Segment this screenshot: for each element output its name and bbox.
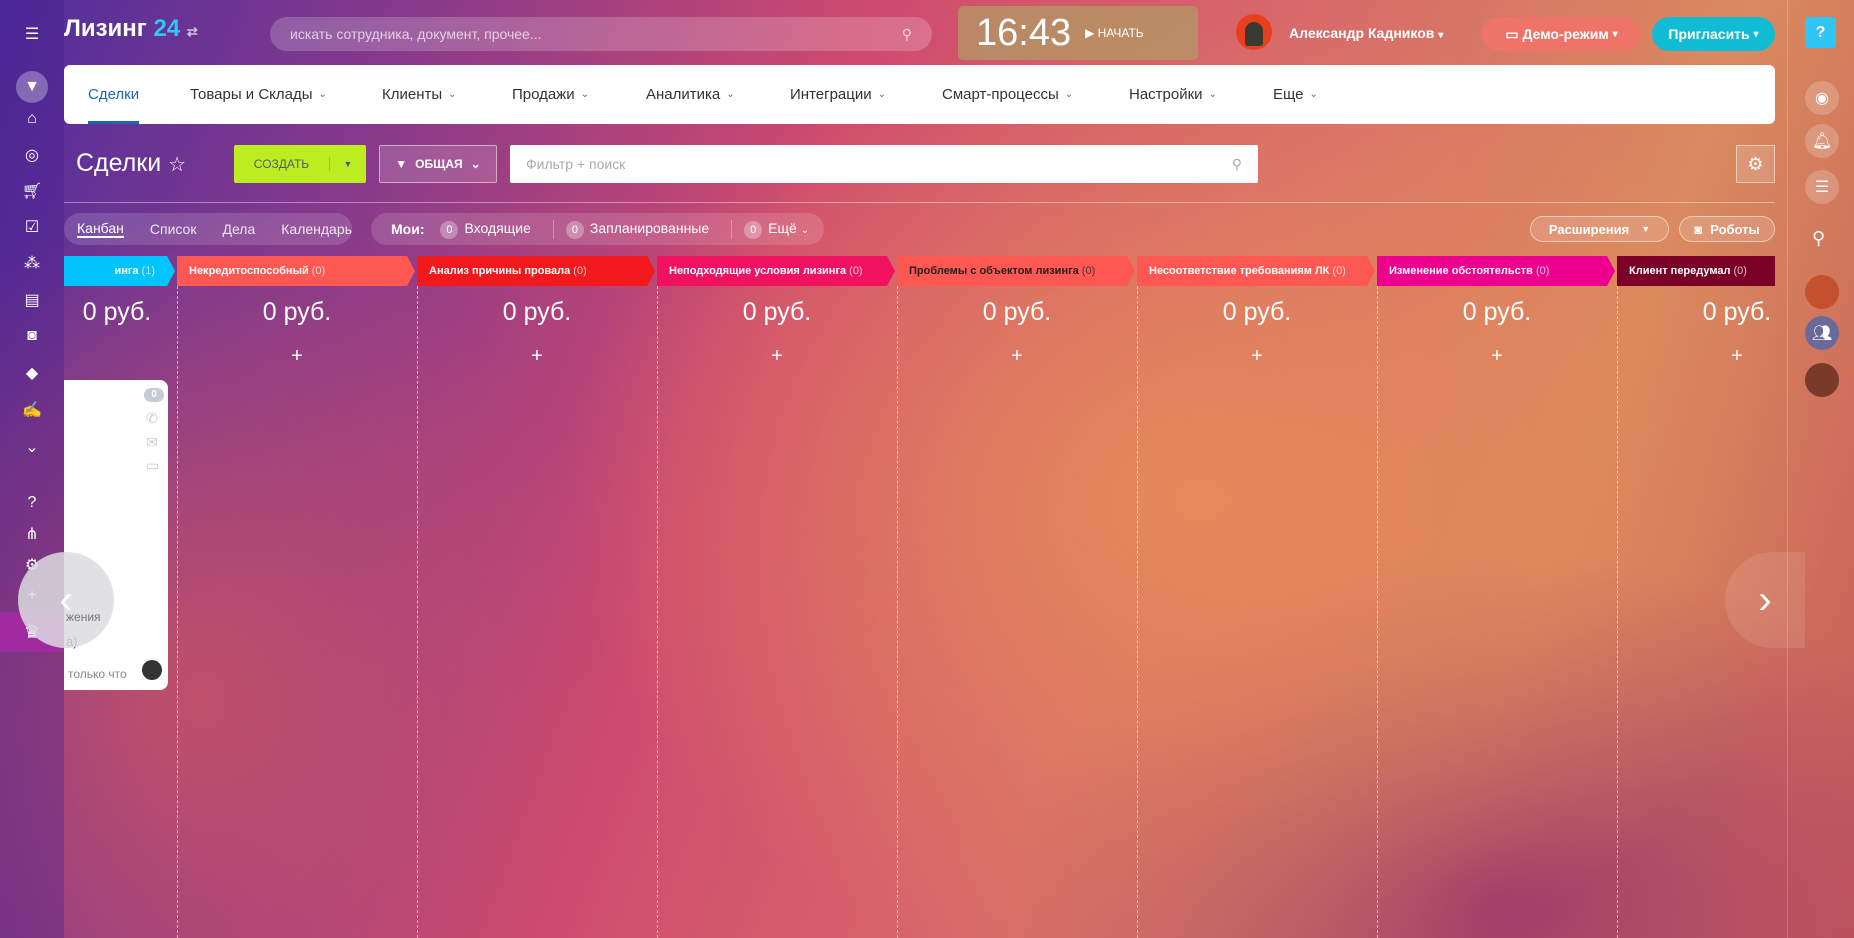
add-deal-button[interactable]: +: [417, 345, 657, 368]
column-title: Неподходящие условия лизинга: [669, 265, 847, 277]
add-deal-button[interactable]: +: [177, 345, 417, 368]
column-total: 0 руб.: [982, 298, 1052, 326]
column-count: (0): [1081, 265, 1096, 277]
column-count: (0): [1332, 265, 1346, 277]
help-icon[interactable]: ?: [1805, 17, 1836, 48]
cart-icon[interactable]: 🛒︎: [20, 179, 44, 203]
search-icon[interactable]: ⚲: [1812, 228, 1825, 249]
column-count: (0): [1535, 265, 1550, 277]
mail-icon[interactable]: ✉: [146, 434, 158, 451]
crm-funnel-icon[interactable]: ▼: [16, 71, 48, 103]
network-icon[interactable]: ⁂: [20, 251, 44, 275]
column-total: 0 руб.: [1462, 298, 1532, 326]
column-total: 0 руб.: [502, 298, 572, 326]
structure-icon[interactable]: ⋔: [20, 522, 44, 546]
column-header[interactable]: Проблемы с объектом лизинга (0): [897, 256, 1135, 286]
tasks-icon[interactable]: ☑: [20, 215, 44, 239]
kanban-board: инга (1) 0 руб. Некредитоспособный (0) 0 руб.…: [64, 0, 1775, 938]
add-deal-button[interactable]: +: [1617, 345, 1775, 368]
card-text: жения: [66, 610, 101, 624]
comment-icon[interactable]: ▭: [146, 457, 159, 474]
column-header[interactable]: Клиент передумал (0): [1617, 256, 1775, 286]
column-title: Проблемы с объектом лизинга: [909, 265, 1079, 277]
column-count: (0): [849, 265, 863, 277]
column-divider: [417, 286, 418, 938]
scroll-left-button[interactable]: ‹: [18, 552, 114, 648]
activity-counter-badge: 0: [144, 388, 164, 402]
card-time: только что: [68, 667, 127, 681]
column-header[interactable]: Некредитоспособный (0): [177, 256, 415, 286]
contact-card-icon[interactable]: ▤: [20, 288, 44, 312]
chevron-right-icon: ›: [1758, 577, 1772, 622]
phone-icon[interactable]: ✆: [146, 410, 158, 427]
column-count: (0): [311, 265, 326, 277]
column-divider: [1617, 286, 1618, 938]
column-title: Изменение обстоятельств: [1389, 265, 1533, 277]
column-header[interactable]: Анализ причины провала (0): [417, 256, 655, 286]
copilot-icon[interactable]: ◉: [1805, 81, 1839, 115]
robot-icon[interactable]: ◙: [20, 324, 44, 348]
group-chat-icon[interactable]: 👥︎: [1805, 316, 1839, 350]
column-divider: [1137, 286, 1138, 938]
help-icon[interactable]: ?: [20, 491, 44, 515]
column-count: (0): [573, 265, 587, 277]
box-icon[interactable]: ◆: [20, 361, 44, 385]
column-title: Анализ причины провала: [429, 265, 571, 277]
column-total: 0 руб.: [1222, 298, 1292, 326]
column-title: Клиент передумал: [1629, 265, 1731, 277]
add-deal-button[interactable]: +: [1377, 345, 1617, 368]
building-icon[interactable]: ⌂: [20, 107, 44, 131]
column-header[interactable]: Неподходящие условия лизинга (0): [657, 256, 895, 286]
column-count: (0): [1733, 265, 1747, 277]
user-avatar[interactable]: [1805, 275, 1839, 309]
column-total: 0 руб.: [742, 298, 812, 326]
add-deal-button[interactable]: +: [657, 345, 897, 368]
user-avatar[interactable]: [1805, 363, 1839, 397]
column-header[interactable]: Изменение обстоятельств (0): [1377, 256, 1615, 286]
right-sidebar: ? ◉ 🔔︎ ☰ ⚲ 👥︎: [1787, 0, 1854, 938]
column-divider: [897, 286, 898, 938]
column-total: 0 руб.: [262, 298, 332, 326]
column-divider: [177, 286, 178, 938]
column-total: 0 руб.: [1702, 298, 1772, 326]
target-icon[interactable]: ◎: [20, 143, 44, 167]
column-header[interactable]: Несоответствие требованиям ЛК (0): [1137, 256, 1375, 286]
column-divider: [657, 286, 658, 938]
column-divider: [1377, 286, 1378, 938]
add-deal-button[interactable]: +: [1137, 345, 1377, 368]
more-icon[interactable]: ⌄: [20, 435, 44, 459]
bell-icon[interactable]: 🔔︎: [1805, 124, 1839, 158]
column-title: инга: [114, 265, 139, 277]
column-title: Несоответствие требованиям ЛК: [1149, 265, 1330, 277]
add-deal-button[interactable]: +: [897, 345, 1137, 368]
menu-icon[interactable]: ☰: [20, 22, 44, 46]
left-sidebar: ☰ ▼ ⌂ ◎ 🛒︎ ☑ ⁂ ▤ ◙ ◆ ✍ ⌄ ? ⋔ ⚙ + ♛: [0, 0, 64, 938]
chat-icon[interactable]: ☰: [1805, 170, 1839, 204]
column-count: (1): [141, 265, 155, 277]
responsible-avatar[interactable]: [142, 660, 162, 680]
column-title: Некредитоспособный: [189, 265, 309, 277]
signature-icon[interactable]: ✍: [20, 398, 44, 422]
column-header[interactable]: инга (1): [64, 256, 175, 286]
